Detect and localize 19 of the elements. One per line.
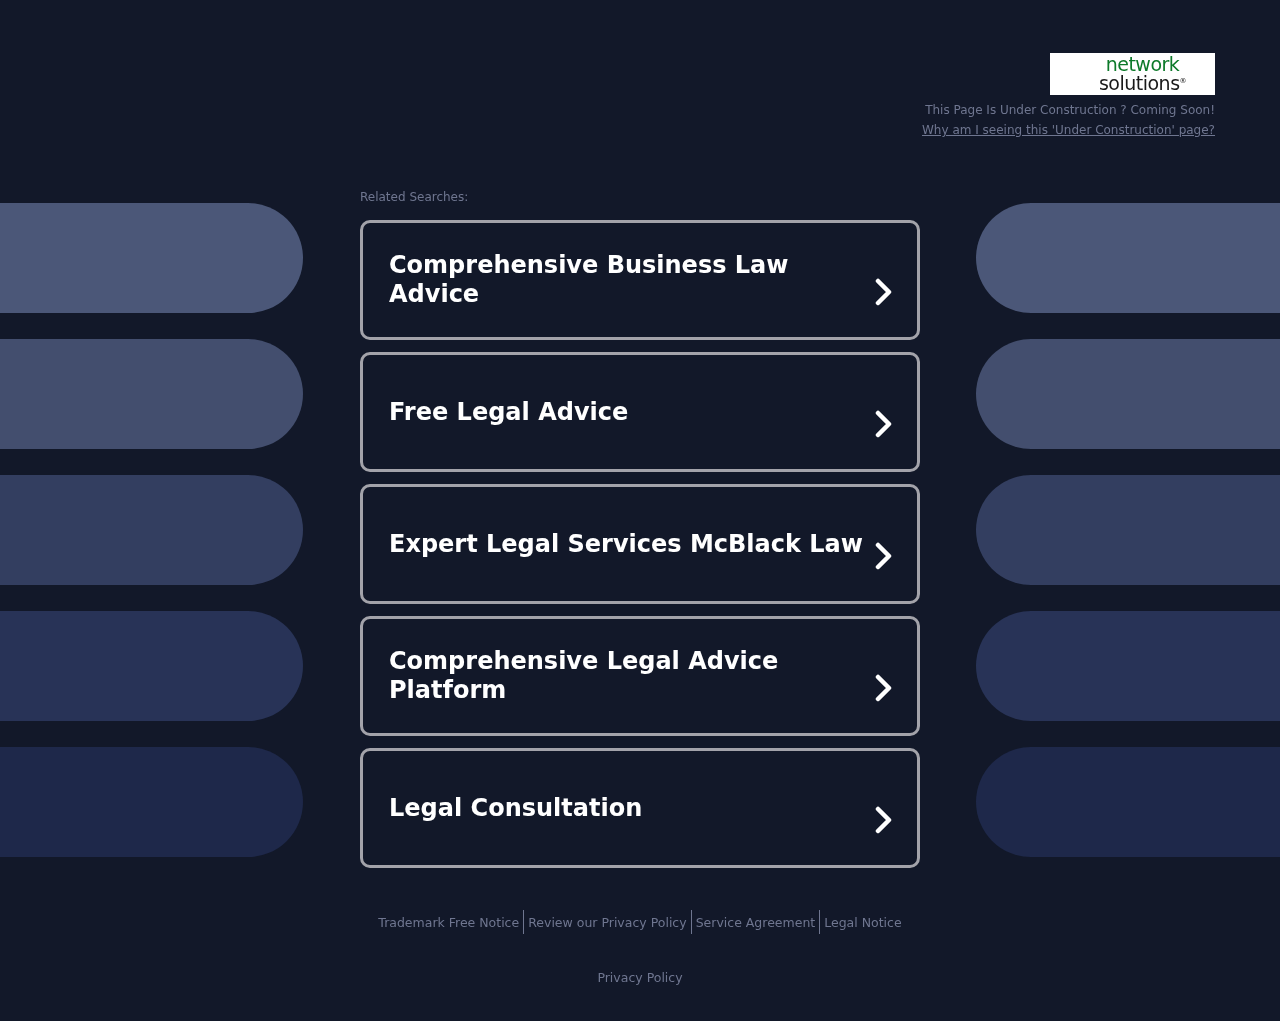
search-link-card[interactable]: Free Legal Advice bbox=[360, 352, 920, 472]
logo: network solutions$^{®}$ bbox=[1050, 53, 1215, 95]
chevron-right-icon bbox=[875, 278, 893, 306]
chevron-right-icon bbox=[875, 542, 893, 570]
search-link-card[interactable]: Comprehensive Business Law Advice bbox=[360, 220, 920, 340]
footer-link[interactable]: Privacy Policy bbox=[597, 970, 683, 985]
search-link-card[interactable]: Expert Legal Services McBlack Law bbox=[360, 484, 920, 604]
info-link[interactable]: Why am I seeing this 'Under Construction' page? bbox=[922, 123, 1215, 137]
search-link-card[interactable]: Comprehensive Legal Advice Platform bbox=[360, 616, 920, 736]
chevron-right-icon bbox=[875, 410, 893, 438]
search-link-card[interactable]: Legal Consultation bbox=[360, 748, 920, 868]
footer-link[interactable]: Service Agreement bbox=[691, 914, 820, 930]
footer-link[interactable]: Legal Notice bbox=[820, 914, 906, 930]
footer-link[interactable]: Review our Privacy Policy bbox=[524, 914, 691, 930]
footer-link[interactable]: Trademark Free Notice bbox=[374, 914, 524, 930]
chevron-right-icon bbox=[875, 806, 893, 834]
notice-text: This Page Is Under Construction ? Coming Soon! bbox=[925, 103, 1215, 117]
chevron-right-icon bbox=[875, 674, 893, 702]
section-label: Related Searches: bbox=[360, 190, 469, 204]
